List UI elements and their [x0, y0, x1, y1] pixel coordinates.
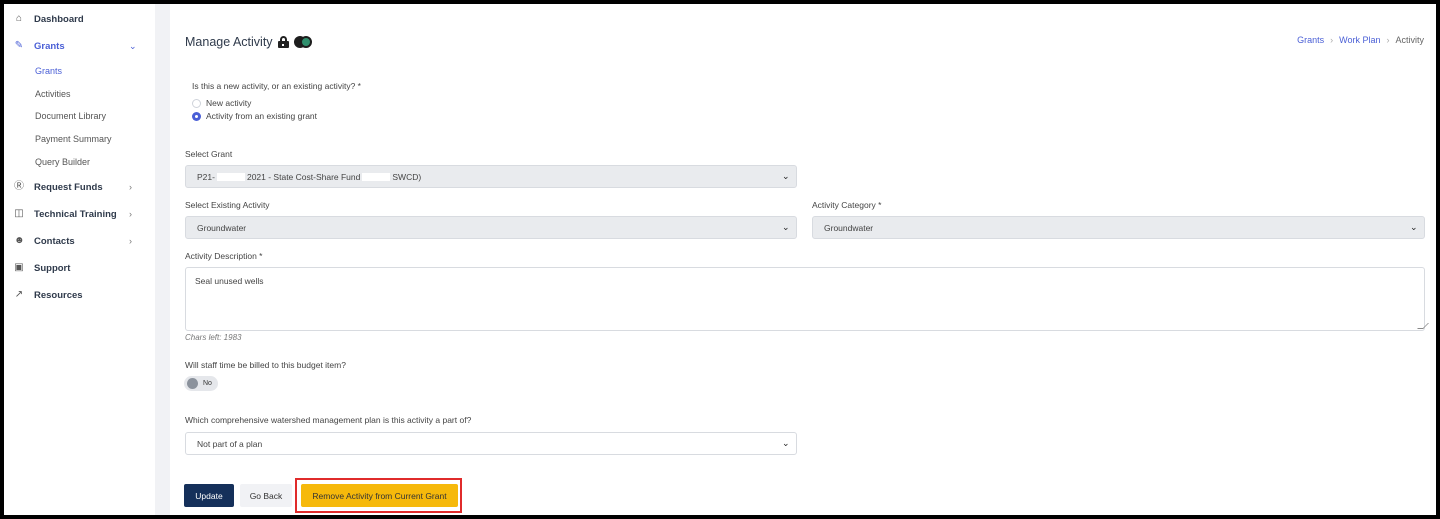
sidebar-item-support[interactable]: ▣ Support	[4, 258, 155, 278]
radio-existing-activity[interactable]: Activity from an existing grant	[192, 111, 317, 121]
pen-icon: ✎	[14, 40, 24, 51]
update-button[interactable]: Update	[184, 484, 234, 507]
sidebar-item-label: Grants	[34, 40, 65, 52]
chevron-right-icon: ›	[129, 236, 132, 246]
new-or-existing-label: Is this a new activity, or an existing a…	[192, 81, 361, 91]
existing-activity-label: Select Existing Activity	[185, 200, 270, 210]
description-label: Activity Description *	[185, 251, 263, 261]
plan-label: Which comprehensive watershed management…	[185, 415, 472, 425]
category-label: Activity Category *	[812, 200, 882, 210]
radio-new-activity[interactable]: New activity	[192, 98, 251, 108]
resize-handle-icon[interactable]	[1417, 323, 1429, 329]
chevron-down-icon: ⌄	[129, 40, 137, 51]
radio-circle[interactable]	[192, 98, 201, 108]
category-dropdown[interactable]: Groundwater ⌄	[812, 216, 1425, 239]
redacted-text	[216, 172, 245, 181]
page-title: Manage Activity	[185, 35, 312, 49]
presentation-icon: ◫	[14, 208, 24, 219]
sidebar-subitem-document-library[interactable]: Document Library	[35, 111, 106, 121]
breadcrumb: Grants › Work Plan › Activity	[1297, 35, 1424, 45]
radio-label: Activity from an existing grant	[206, 111, 318, 121]
sidebar-subitem-payment-summary[interactable]: Payment Summary	[35, 134, 112, 144]
sidebar-item-grants[interactable]: ✎ Grants ⌄	[4, 36, 155, 56]
sidebar-item-resources[interactable]: ↗ Resources	[4, 285, 155, 305]
sidebar-item-contacts[interactable]: ☻ Contacts ›	[4, 231, 155, 251]
sidebar-gutter	[155, 4, 170, 515]
radio-circle-checked[interactable]	[192, 111, 201, 121]
breadcrumb-work-plan[interactable]: Work Plan	[1339, 35, 1380, 45]
sidebar-item-label: Technical Training	[34, 208, 117, 220]
chevron-right-icon: ›	[1330, 35, 1334, 45]
radio-label: New activity	[206, 98, 252, 108]
main-content: Manage Activity Grants › Work Plan › Act…	[170, 4, 1436, 515]
remove-activity-button[interactable]: Remove Activity from Current Grant	[301, 484, 458, 507]
sidebar-item-label: Dashboard	[34, 13, 84, 25]
chevron-down-icon: ⌄	[1410, 222, 1418, 232]
dollar-circle-icon: Ⓡ	[14, 181, 24, 192]
sidebar-item-label: Support	[34, 262, 71, 274]
sidebar-subitem-query-builder[interactable]: Query Builder	[35, 157, 90, 167]
go-back-button[interactable]: Go Back	[240, 484, 292, 507]
home-icon: ⌂	[15, 13, 23, 24]
staff-time-label: Will staff time be billed to this budget…	[185, 360, 346, 370]
staff-time-toggle[interactable]: No	[184, 376, 218, 391]
chars-left-counter: Chars left: 1983	[185, 333, 242, 342]
chevron-down-icon: ⌄	[782, 222, 790, 232]
chevron-right-icon: ›	[129, 209, 132, 219]
sidebar: ⌂ Dashboard ✎ Grants ⌄ Grants Activities…	[4, 4, 155, 515]
page-title-text: Manage Activity	[185, 35, 273, 49]
user-icon: ☻	[14, 235, 25, 246]
app-window: ⌂ Dashboard ✎ Grants ⌄ Grants Activities…	[4, 4, 1436, 515]
plan-dropdown[interactable]: Not part of a plan ⌄	[185, 432, 797, 455]
existing-activity-dropdown[interactable]: Groundwater ⌄	[185, 216, 797, 239]
sidebar-item-label: Request Funds	[34, 181, 103, 193]
sidebar-item-label: Contacts	[34, 235, 75, 247]
sidebar-item-label: Resources	[34, 289, 83, 301]
sidebar-item-request-funds[interactable]: Ⓡ Request Funds ›	[4, 177, 155, 197]
toggle-label: No	[203, 380, 212, 387]
ticket-icon: ▣	[14, 262, 24, 273]
sidebar-item-technical-training[interactable]: ◫ Technical Training ›	[4, 204, 155, 224]
redacted-text	[362, 172, 391, 181]
sidebar-subitem-grants[interactable]: Grants	[35, 66, 62, 76]
sidebar-item-dashboard[interactable]: ⌂ Dashboard	[4, 9, 155, 29]
chevron-down-icon: ⌄	[782, 438, 790, 448]
chevron-right-icon: ›	[1386, 35, 1390, 45]
breadcrumb-grants[interactable]: Grants	[1297, 35, 1324, 45]
select-grant-dropdown[interactable]: P21- 2021 - State Cost-Share Fund SWCD) …	[185, 165, 797, 188]
chevron-right-icon: ›	[129, 182, 132, 192]
toggle-view-icon[interactable]	[293, 35, 312, 49]
select-grant-label: Select Grant	[185, 149, 233, 159]
chevron-down-icon: ⌄	[782, 171, 790, 181]
toggle-knob	[187, 378, 198, 389]
breadcrumb-activity: Activity	[1395, 35, 1424, 45]
description-textarea[interactable]: Seal unused wells	[185, 267, 1429, 331]
lock-icon[interactable]	[277, 36, 289, 48]
sidebar-subitem-activities[interactable]: Activities	[35, 89, 71, 99]
external-link-icon: ↗	[14, 289, 24, 300]
